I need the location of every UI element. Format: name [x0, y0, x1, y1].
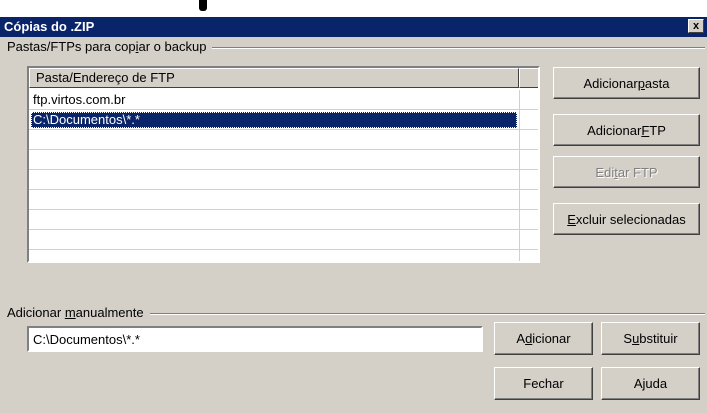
background-strip — [0, 0, 707, 17]
add-button[interactable]: Ad icionar — [494, 322, 593, 355]
backup-group-label: Pastas/FTPs para copiar o backup — [7, 39, 213, 54]
list-item-path — [31, 232, 517, 248]
list-item[interactable] — [29, 210, 538, 230]
list-item[interactable] — [29, 130, 538, 150]
list-item[interactable] — [29, 170, 538, 190]
add-ftp-button[interactable]: Adicionar F TP — [553, 114, 700, 146]
list-item[interactable] — [29, 230, 538, 250]
list-item[interactable]: C:\Documentos\*.* — [29, 110, 538, 130]
list-header: Pasta/Endereço de FTP — [29, 68, 538, 88]
column-header-path[interactable]: Pasta/Endereço de FTP — [29, 68, 519, 88]
list-item[interactable] — [29, 190, 538, 210]
delete-selected-button[interactable]: Excluir selecionadas — [553, 203, 700, 235]
list-item-path — [31, 212, 517, 228]
manual-group-label: Adicionar manualmente — [7, 305, 150, 320]
close-button[interactable]: x — [688, 19, 704, 33]
list-item-path — [31, 192, 517, 208]
list-item-path — [31, 132, 517, 148]
dialog-window: Cópias do .ZIP x Pastas/FTPs para copiar… — [0, 0, 707, 413]
list-item-path — [31, 172, 517, 188]
window-title: Cópias do .ZIP — [4, 19, 95, 34]
replace-button[interactable]: Su bstituir — [601, 322, 700, 355]
list-item[interactable] — [29, 150, 538, 170]
list-item[interactable]: ftp.virtos.com.br — [29, 90, 538, 110]
folder-ftp-list[interactable]: Pasta/Endereço de FTP ftp.virtos.com.br C… — [27, 66, 540, 263]
list-item-path: C:\Documentos\*.* — [31, 112, 517, 128]
close-dialog-button[interactable]: Fechar — [494, 367, 593, 400]
column-header-blank[interactable] — [519, 68, 538, 88]
manual-path-input[interactable] — [27, 326, 483, 352]
background-glyph-fragment — [199, 0, 207, 11]
title-bar[interactable]: Cópias do .ZIP x — [0, 17, 707, 37]
edit-ftp-button[interactable]: Edi t ar FTP — [553, 156, 700, 188]
list-item-path: ftp.virtos.com.br — [33, 92, 126, 107]
help-button[interactable]: Ajuda — [601, 367, 700, 400]
close-icon: x — [692, 20, 700, 32]
list-item-path — [31, 152, 517, 168]
add-folder-button[interactable]: Adicionar p asta — [553, 67, 700, 99]
